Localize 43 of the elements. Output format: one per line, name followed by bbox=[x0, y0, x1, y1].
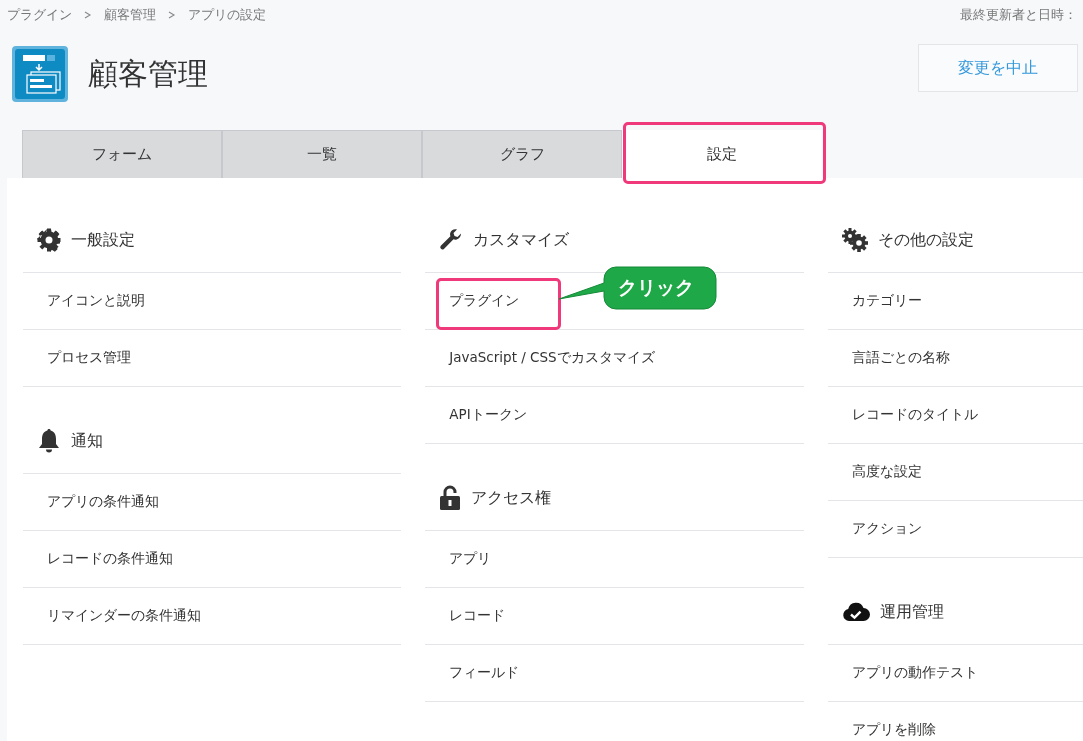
tab[interactable]: グラフ bbox=[422, 130, 622, 178]
tab[interactable]: 設定 bbox=[622, 130, 822, 178]
settings-link[interactable]: JavaScript / CSSでカスタマイズ bbox=[449, 349, 655, 367]
settings-link[interactable]: アプリ bbox=[449, 550, 492, 568]
wrench-icon bbox=[439, 228, 464, 252]
settings-link[interactable]: カテゴリー bbox=[851, 292, 922, 310]
settings-link[interactable]: レコード bbox=[449, 607, 506, 625]
section-heading: その他の設定 bbox=[877, 229, 974, 251]
cloud-check-icon bbox=[841, 601, 870, 623]
section-heading: アクセス権 bbox=[471, 487, 552, 509]
settings-link[interactable]: アプリの動作テスト bbox=[851, 664, 978, 682]
settings-link[interactable]: レコードのタイトル bbox=[851, 406, 978, 424]
settings-link[interactable]: プラグイン bbox=[449, 292, 520, 310]
app-title: 顧客管理 bbox=[88, 54, 209, 93]
section-heading: 通知 bbox=[71, 430, 103, 452]
callout-bubble: クリック bbox=[558, 263, 719, 313]
bell-icon bbox=[37, 428, 61, 454]
section-heading: 運用管理 bbox=[879, 601, 944, 623]
breadcrumb-link[interactable]: アプリの設定 bbox=[188, 6, 266, 24]
settings-link[interactable]: プロセス管理 bbox=[47, 349, 131, 367]
tab[interactable]: 一覧 bbox=[222, 130, 422, 178]
breadcrumb-link[interactable]: プラグイン bbox=[7, 6, 72, 24]
settings-link[interactable]: 高度な設定 bbox=[851, 463, 922, 481]
last-updated-label: 最終更新者と日時： bbox=[960, 6, 1077, 24]
gears-icon bbox=[841, 228, 868, 252]
settings-link[interactable]: APIトークン bbox=[449, 406, 527, 424]
section-heading: 一般設定 bbox=[71, 229, 135, 251]
settings-link[interactable]: アプリを削除 bbox=[851, 721, 936, 739]
settings-link[interactable]: アイコンと説明 bbox=[47, 292, 145, 310]
chevron-icon bbox=[84, 11, 92, 19]
tab[interactable]: フォーム bbox=[22, 130, 222, 178]
app-form-icon bbox=[12, 46, 68, 102]
settings-link[interactable]: 言語ごとの名称 bbox=[851, 349, 950, 367]
gear-icon bbox=[37, 228, 61, 252]
settings-link[interactable]: アプリの条件通知 bbox=[47, 493, 159, 511]
settings-link[interactable]: フィールド bbox=[449, 664, 520, 682]
breadcrumb-link[interactable]: 顧客管理 bbox=[104, 6, 156, 24]
padlock-icon bbox=[439, 485, 462, 511]
settings-link[interactable]: リマインダーの条件通知 bbox=[47, 607, 201, 625]
section-heading: カスタマイズ bbox=[473, 229, 570, 251]
settings-link[interactable]: レコードの条件通知 bbox=[47, 550, 173, 568]
chevron-icon bbox=[168, 11, 176, 19]
settings-link[interactable]: アクション bbox=[851, 520, 922, 538]
